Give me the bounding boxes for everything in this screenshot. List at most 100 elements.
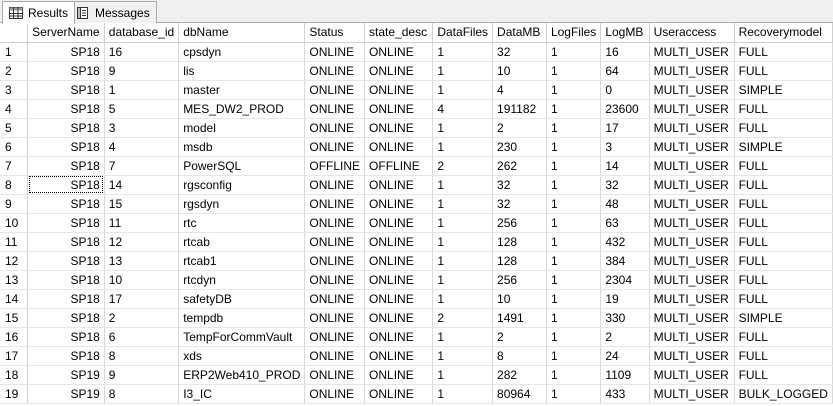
- grid-cell[interactable]: 3: [104, 118, 180, 138]
- grid-cell[interactable]: 2: [104, 308, 180, 328]
- grid-cell[interactable]: SP18: [27, 137, 105, 157]
- grid-cell[interactable]: MULTI_USER: [649, 61, 735, 81]
- grid-cell[interactable]: SP18: [27, 118, 105, 138]
- row-number[interactable]: 11: [0, 232, 29, 252]
- grid-cell[interactable]: 1: [546, 384, 602, 404]
- grid-cell[interactable]: 16: [104, 42, 180, 62]
- column-header[interactable]: Status: [304, 23, 366, 43]
- column-header[interactable]: state_desc: [364, 23, 434, 43]
- grid-cell[interactable]: SP18: [27, 289, 105, 309]
- grid-cell[interactable]: 10: [492, 61, 547, 81]
- grid-cell[interactable]: MULTI_USER: [649, 365, 735, 385]
- grid-cell[interactable]: SIMPLE: [734, 80, 833, 100]
- grid-cell[interactable]: 17: [104, 289, 180, 309]
- column-header[interactable]: DataFiles: [432, 23, 494, 43]
- grid-cell[interactable]: 1: [432, 194, 494, 214]
- grid-cell[interactable]: master: [178, 80, 306, 100]
- grid-cell[interactable]: 8: [104, 384, 180, 404]
- grid-cell[interactable]: 1109: [600, 365, 650, 385]
- grid-cell[interactable]: 23600: [600, 99, 650, 119]
- grid-cell[interactable]: ONLINE: [364, 384, 434, 404]
- grid-cell[interactable]: ONLINE: [364, 232, 434, 252]
- row-number[interactable]: 6: [0, 137, 29, 157]
- grid-cell[interactable]: safetyDB: [178, 289, 306, 309]
- grid-cell[interactable]: ONLINE: [304, 232, 366, 252]
- grid-cell[interactable]: 1: [546, 99, 602, 119]
- grid-cell[interactable]: 1: [546, 156, 602, 176]
- row-number[interactable]: 7: [0, 156, 29, 176]
- row-number[interactable]: 14: [0, 289, 29, 309]
- grid-cell[interactable]: ONLINE: [364, 61, 434, 81]
- grid-cell[interactable]: 63: [600, 213, 650, 233]
- grid-cell[interactable]: 24: [600, 346, 650, 366]
- grid-cell[interactable]: FULL: [734, 99, 833, 119]
- grid-cell[interactable]: FULL: [734, 251, 833, 271]
- row-number[interactable]: 3: [0, 80, 29, 100]
- grid-cell[interactable]: MULTI_USER: [649, 42, 735, 62]
- grid-cell[interactable]: ONLINE: [304, 327, 366, 347]
- grid-cell[interactable]: 128: [492, 251, 547, 271]
- grid-cell[interactable]: OFFLINE: [364, 156, 434, 176]
- grid-cell[interactable]: SP18: [27, 251, 105, 271]
- grid-cell[interactable]: MULTI_USER: [649, 289, 735, 309]
- grid-cell[interactable]: MULTI_USER: [649, 156, 735, 176]
- grid-cell[interactable]: rgsconfig: [178, 175, 306, 195]
- grid-cell[interactable]: 1: [546, 289, 602, 309]
- grid-cell[interactable]: 1: [432, 175, 494, 195]
- grid-cell[interactable]: ONLINE: [364, 137, 434, 157]
- grid-cell[interactable]: 1: [546, 270, 602, 290]
- grid-cell[interactable]: 256: [492, 213, 547, 233]
- grid-cell[interactable]: MULTI_USER: [649, 99, 735, 119]
- grid-cell[interactable]: MULTI_USER: [649, 194, 735, 214]
- grid-cell[interactable]: SIMPLE: [734, 137, 833, 157]
- grid-cell[interactable]: ONLINE: [364, 346, 434, 366]
- grid-cell[interactable]: ONLINE: [364, 365, 434, 385]
- grid-cell[interactable]: ONLINE: [364, 270, 434, 290]
- grid-cell[interactable]: MULTI_USER: [649, 80, 735, 100]
- grid-cell[interactable]: 7: [104, 156, 180, 176]
- grid-cell[interactable]: FULL: [734, 289, 833, 309]
- grid-cell[interactable]: SP18: [27, 99, 105, 119]
- grid-cell[interactable]: 2304: [600, 270, 650, 290]
- grid-cell[interactable]: 2: [492, 327, 547, 347]
- row-number[interactable]: 5: [0, 118, 29, 138]
- grid-cell[interactable]: ONLINE: [304, 384, 366, 404]
- grid-cell[interactable]: SP19: [27, 365, 105, 385]
- grid-cell[interactable]: FULL: [734, 232, 833, 252]
- grid-cell[interactable]: tempdb: [178, 308, 306, 328]
- grid-cell[interactable]: MULTI_USER: [649, 251, 735, 271]
- grid-cell[interactable]: 1: [546, 137, 602, 157]
- grid-cell[interactable]: 1491: [492, 308, 547, 328]
- grid-cell[interactable]: ONLINE: [304, 365, 366, 385]
- grid-cell[interactable]: ONLINE: [364, 118, 434, 138]
- row-number-header[interactable]: [0, 23, 29, 43]
- grid-cell[interactable]: SP18: [27, 156, 105, 176]
- grid-cell[interactable]: rtcdyn: [178, 270, 306, 290]
- grid-cell[interactable]: 1: [546, 118, 602, 138]
- grid-cell[interactable]: 230: [492, 137, 547, 157]
- column-header[interactable]: DataMB: [492, 23, 547, 43]
- grid-cell[interactable]: FULL: [734, 42, 833, 62]
- grid-cell[interactable]: 2: [492, 118, 547, 138]
- grid-cell[interactable]: FULL: [734, 194, 833, 214]
- grid-cell[interactable]: 64: [600, 61, 650, 81]
- grid-cell[interactable]: SP18: [27, 232, 105, 252]
- grid-cell[interactable]: 19: [600, 289, 650, 309]
- column-header[interactable]: ServerName: [27, 23, 105, 43]
- grid-cell[interactable]: 13: [104, 251, 180, 271]
- grid-cell[interactable]: ONLINE: [304, 270, 366, 290]
- grid-cell[interactable]: 1: [546, 365, 602, 385]
- grid-cell[interactable]: 5: [104, 99, 180, 119]
- grid-cell[interactable]: 1: [432, 327, 494, 347]
- grid-cell[interactable]: 32: [600, 175, 650, 195]
- grid-cell[interactable]: ONLINE: [304, 213, 366, 233]
- grid-cell[interactable]: 10: [104, 270, 180, 290]
- grid-cell[interactable]: MES_DW2_PROD: [178, 99, 306, 119]
- grid-cell[interactable]: I3_IC: [178, 384, 306, 404]
- grid-cell[interactable]: MULTI_USER: [649, 118, 735, 138]
- grid-cell[interactable]: ERP2Web410_PROD: [178, 365, 306, 385]
- grid-cell[interactable]: 282: [492, 365, 547, 385]
- grid-cell[interactable]: ONLINE: [304, 251, 366, 271]
- grid-cell[interactable]: 1: [546, 232, 602, 252]
- grid-cell[interactable]: SP19: [27, 384, 105, 404]
